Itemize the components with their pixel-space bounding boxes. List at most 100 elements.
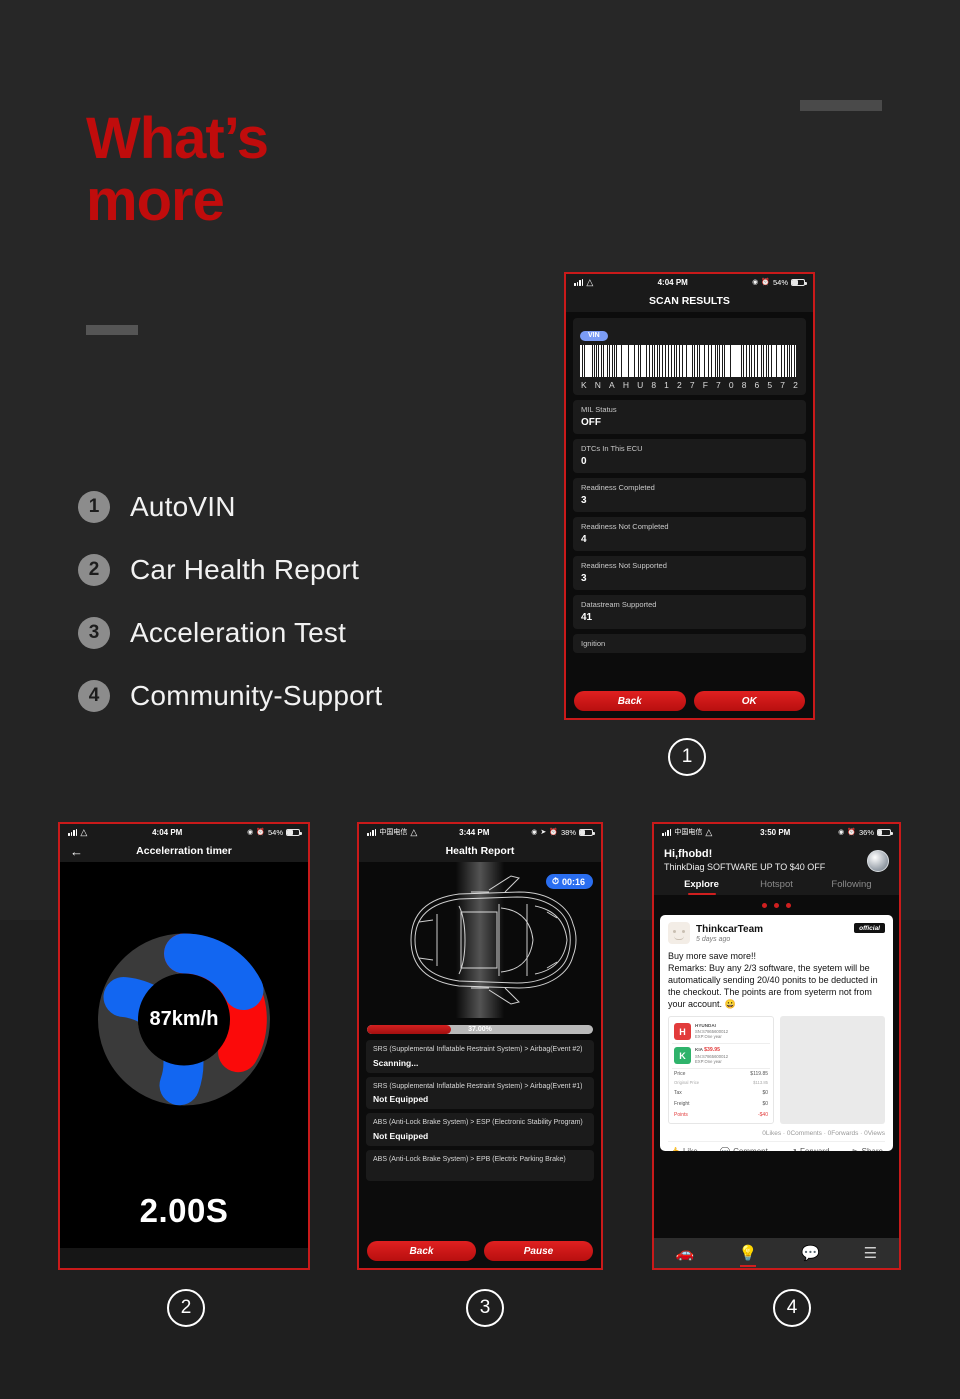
post-action-row: 👍 Like 💬 Comment ↗ Forward ⊳ Share (668, 1141, 885, 1151)
carrier-label: 中国电信 (674, 829, 703, 836)
item-title: SRS (Supplemental Inflatable Restraint S… (373, 1046, 583, 1053)
vin-digit: N (594, 379, 601, 390)
receipt-total-row: Original Price $113.85 (672, 1080, 770, 1088)
total-value: $0 (762, 1100, 768, 1107)
signal-bars-icon (367, 828, 377, 836)
chat-bubble-icon[interactable]: 💬 (801, 1246, 820, 1261)
vin-digit: 2 (677, 379, 682, 390)
alarm-icon: ⏰ (761, 279, 770, 286)
vin-digit: 0 (728, 379, 734, 390)
greeting-text: Hi,fhobd! (664, 848, 713, 860)
share-label: Share (862, 1147, 883, 1151)
post-author-avatar[interactable] (668, 922, 690, 944)
receipt-total-row-points: Points -$40 (672, 1109, 770, 1120)
status-bar-time: 3:50 PM (760, 827, 791, 837)
health-report-item[interactable]: SRS (Supplemental Inflatable Restraint S… (366, 1076, 594, 1109)
carousel-dots[interactable] (654, 895, 899, 915)
feature-label: Community-Support (130, 679, 383, 711)
total-value: $113.85 (753, 1079, 768, 1085)
battery-icon (286, 828, 302, 836)
page-title: What’s more (86, 110, 269, 233)
receipt-price: $39.95 (704, 1047, 720, 1053)
callout-number-4: 4 (773, 1289, 811, 1327)
row-key: Readiness Not Completed (581, 521, 669, 531)
alarm-icon: ⏰ (549, 829, 558, 836)
menu-hamburger-icon[interactable]: ☰ (864, 1246, 877, 1261)
decorative-bar-left (86, 325, 138, 335)
vin-digit: F (702, 379, 708, 390)
status-bar: 中国电信 △ 3:44 PM ◉ ➤ ⏰ 38% (359, 824, 601, 840)
battery-icon (579, 828, 595, 836)
status-bar-left: 中国电信 △ (662, 827, 712, 837)
back-button[interactable]: Back (367, 1241, 476, 1261)
feature-number-badge: 1 (78, 490, 110, 523)
share-button[interactable]: ⊳ Share (852, 1147, 883, 1151)
post-author-name: ThinkcarTeam (696, 923, 764, 935)
battery-percent-label: 38% (560, 827, 576, 837)
tab-hotspot[interactable]: Hotspot (739, 879, 814, 895)
scan-row-readiness-not-supported: Readiness Not Supported 3 (573, 555, 806, 590)
bulb-idea-icon[interactable]: 💡 (738, 1246, 757, 1261)
phone-screenshot-health-report: 中国电信 △ 3:44 PM ◉ ➤ ⏰ 38% Health Report ⏱… (357, 822, 603, 1270)
alarm-icon: ⏰ (256, 829, 265, 836)
vin-digit: H (622, 379, 629, 390)
row-key: DTCs In This ECU (581, 443, 643, 453)
thumbs-up-icon: 👍 (670, 1147, 680, 1151)
community-header: Hi,fhobd! ThinkDiag SOFTWARE UP TO $40 O… (654, 840, 899, 895)
vin-digit: 2 (793, 379, 798, 390)
tab-explore[interactable]: Explore (664, 879, 739, 895)
row-key: Readiness Not Supported (581, 560, 667, 570)
status-bar-time: 4:04 PM (657, 277, 688, 287)
decorative-bar-top (800, 100, 882, 111)
item-status: Scanning... (373, 1057, 419, 1068)
post-image-placeholder[interactable] (780, 1016, 885, 1124)
tab-following[interactable]: Following (814, 879, 889, 895)
receipt-total-row: Tax $0 (672, 1087, 770, 1098)
status-bar-right: ◉ ➤ ⏰ 38% (531, 827, 595, 837)
nav-bar: Health Report (359, 840, 601, 862)
feature-item-acceleration-test: 3 Acceleration Test (78, 601, 382, 664)
health-report-item[interactable]: ABS (Anti-Lock Brake System) > EPB (Elec… (366, 1149, 594, 1181)
back-button[interactable]: Back (574, 691, 686, 711)
stopwatch-icon: ⏱ (551, 876, 559, 886)
scan-row-mil-status: MIL Status OFF (573, 399, 806, 434)
speed-gauge: 87km/h (97, 932, 272, 1112)
location-icon: ◉ (752, 279, 759, 286)
location-icon: ◉ (247, 829, 254, 836)
receipt-exp: EXP:One year (695, 1034, 722, 1040)
headline-line-2: more (86, 168, 225, 233)
vin-barcode-image (580, 344, 799, 377)
feature-label: Car Health Report (130, 553, 360, 585)
receipt-brand: KIA (695, 1047, 703, 1052)
vin-digit: 8 (651, 379, 657, 390)
wifi-icon: △ (586, 277, 594, 287)
status-bar: 中国电信 △ 3:50 PM ◉ ⏰ 36% (654, 824, 899, 840)
signal-bars-icon (574, 278, 584, 286)
vin-digits: KNAHU8127F7086572 (580, 380, 799, 390)
elapsed-time-value: 2.00S (139, 1192, 229, 1229)
health-report-item[interactable]: ABS (Anti-Lock Brake System) > ESP (Elec… (366, 1113, 594, 1146)
progress-bar: 37.00% (367, 1024, 593, 1034)
ok-button[interactable]: OK (693, 691, 805, 711)
row-value: 3 (581, 494, 587, 506)
item-title: ABS (Anti-Lock Brake System) > EPB (Elec… (373, 1155, 566, 1163)
feature-item-car-health-report: 2 Car Health Report (78, 538, 382, 601)
item-status: Not Equipped (373, 1094, 429, 1104)
like-button[interactable]: 👍 Like (670, 1147, 698, 1151)
car-diagnostic-icon[interactable]: 🚗 (676, 1246, 695, 1261)
health-report-item[interactable]: SRS (Supplemental Inflatable Restraint S… (366, 1040, 594, 1073)
back-arrow-icon[interactable]: ← (70, 844, 83, 859)
community-post-card: ThinkcarTeam 5 days ago official Buy mor… (660, 915, 893, 1151)
battery-icon (877, 828, 893, 836)
item-title: ABS (Anti-Lock Brake System) > ESP (Elec… (373, 1119, 583, 1126)
progress-label: 37.00% (468, 1025, 492, 1033)
feature-item-community-support: 4 Community-Support (78, 664, 382, 727)
avatar[interactable] (867, 850, 889, 872)
vin-digit: 8 (741, 379, 747, 390)
forward-button[interactable]: ↗ Forward (790, 1147, 829, 1151)
battery-percent-label: 36% (858, 827, 874, 837)
receipt-line-info: HYUNDAI SN:S7865600012 EXP:One year (695, 1023, 728, 1040)
comment-button[interactable]: 💬 Comment (720, 1147, 768, 1151)
pause-button[interactable]: Pause (484, 1241, 593, 1261)
post-embedded-images[interactable]: H HYUNDAI SN:S7865600012 EXP:One year K … (668, 1016, 885, 1124)
